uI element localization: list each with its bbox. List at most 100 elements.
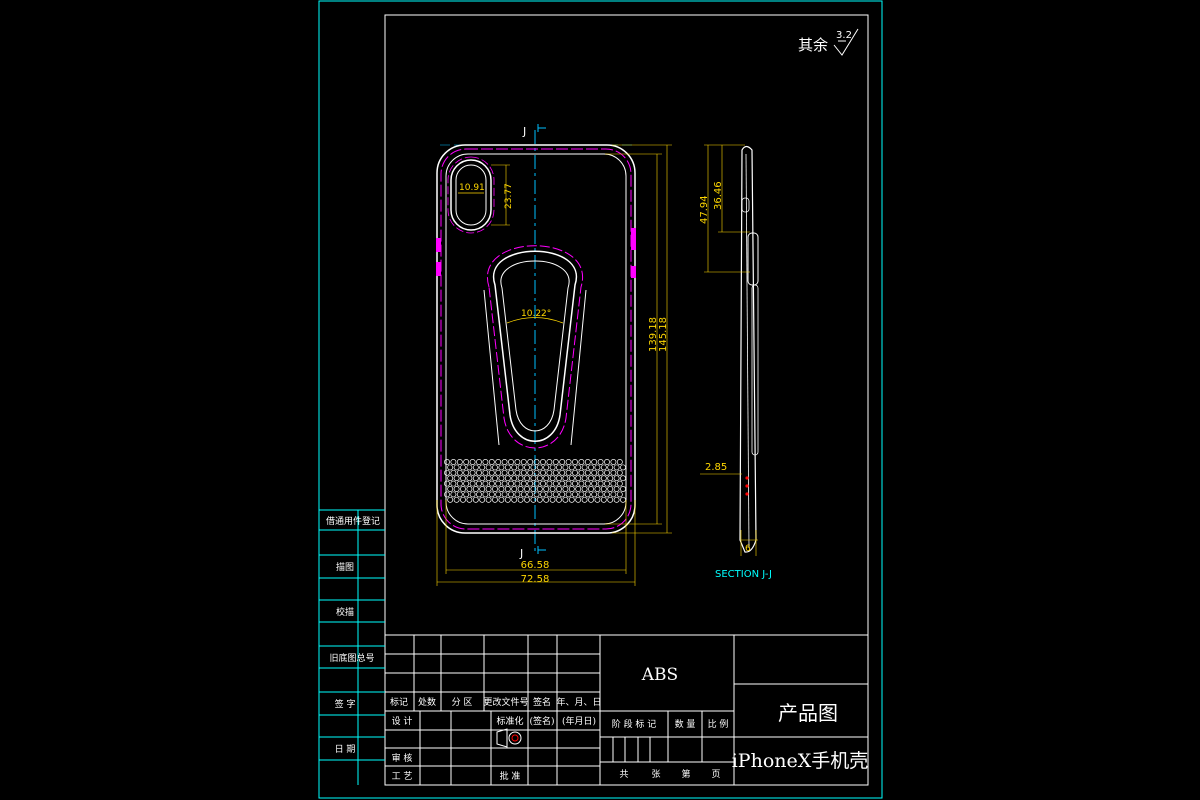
grille-hole xyxy=(450,480,457,487)
grille-hole xyxy=(456,459,463,465)
grille-hole xyxy=(600,496,607,503)
grille-hole xyxy=(620,496,626,503)
grille-hole xyxy=(607,475,614,482)
grille-hole xyxy=(616,469,623,476)
grille-hole xyxy=(460,475,466,482)
grille-hole xyxy=(562,475,569,482)
grille-hole xyxy=(504,486,511,492)
grille-hole xyxy=(520,469,527,476)
grille-hole xyxy=(466,496,473,503)
camera-cutout-outer xyxy=(450,159,492,231)
grille-hole xyxy=(492,496,498,503)
grille-hole xyxy=(546,491,553,498)
section-marker-top xyxy=(537,124,546,132)
grille-hole xyxy=(549,486,556,492)
grille-hole xyxy=(597,459,604,465)
grille-hole xyxy=(501,480,508,487)
grille-hole xyxy=(479,475,486,482)
grille-hole xyxy=(600,464,607,471)
grille-hole xyxy=(572,480,578,487)
grille-hole xyxy=(591,469,598,476)
grille-hole xyxy=(556,496,562,503)
grille-hole xyxy=(536,464,543,471)
grille-hole xyxy=(469,459,476,465)
grille-hole xyxy=(482,469,489,476)
left-label-5: 日 期 xyxy=(335,744,356,755)
grille-hole xyxy=(597,480,604,487)
grille-hole xyxy=(578,491,585,498)
grille-hole xyxy=(568,464,575,471)
grille-hole xyxy=(476,491,482,498)
grille-hole xyxy=(565,480,572,487)
case-magenta-outline xyxy=(440,148,632,530)
grille-hole xyxy=(517,496,524,503)
grille-hole xyxy=(594,464,601,471)
grille-hole xyxy=(476,459,482,465)
stage-label-2: 比 例 xyxy=(708,718,729,730)
grille-hole xyxy=(536,496,543,503)
grille-hole xyxy=(578,469,585,476)
row-label-3: 更改文件号 xyxy=(483,696,528,708)
grille-hole xyxy=(501,491,508,498)
grille-hole xyxy=(533,469,540,476)
grille-hole xyxy=(540,480,546,487)
camera-cutout-inner xyxy=(455,164,487,226)
grille-hole xyxy=(495,469,502,476)
design-label: 设 计 xyxy=(392,715,413,727)
signature-label: (签名) xyxy=(529,715,554,727)
grille-hole xyxy=(444,469,450,476)
grille-hole xyxy=(472,464,479,471)
grille-hole xyxy=(517,464,524,471)
grille-hole xyxy=(600,486,607,492)
grille-hole xyxy=(479,486,486,492)
grille-hole xyxy=(594,486,601,492)
grille-hole xyxy=(613,475,620,482)
grille-hole xyxy=(524,464,530,471)
grille-hole xyxy=(604,480,610,487)
grille-hole xyxy=(482,491,489,498)
dim-height-outer: 145.18 xyxy=(658,317,669,352)
dim-width-inner: 66.58 xyxy=(521,560,550,571)
grille-hole xyxy=(562,496,569,503)
left-label-3: 旧底图总号 xyxy=(329,652,374,664)
grille-hole xyxy=(495,491,502,498)
grille-hole xyxy=(453,486,460,492)
drawing-type: 产品图 xyxy=(778,701,838,725)
grille-hole xyxy=(520,491,527,498)
grille-hole xyxy=(453,464,460,471)
grille-hole xyxy=(517,475,524,482)
grille-hole xyxy=(511,464,518,471)
dim-width-outer: 72.58 xyxy=(521,574,550,585)
grille-hole xyxy=(540,459,546,465)
grille-hole xyxy=(575,486,582,492)
grille-hole xyxy=(527,469,534,476)
grille-hole xyxy=(476,480,482,487)
grille-hole xyxy=(610,480,617,487)
grille-hole xyxy=(524,475,530,482)
grille-hole xyxy=(552,469,559,476)
grille-hole xyxy=(501,459,508,465)
roughness-prefix: 其余 xyxy=(798,36,828,54)
grille-hole xyxy=(572,459,578,465)
grille-hole xyxy=(504,496,511,503)
grille-hole xyxy=(613,486,620,492)
grille-hole xyxy=(485,475,492,482)
grille-hole xyxy=(495,480,502,487)
grille-hole xyxy=(447,486,454,492)
grille-hole xyxy=(463,491,470,498)
grille-hole xyxy=(597,469,604,476)
grille-hole xyxy=(482,480,489,487)
grille-hole xyxy=(524,486,530,492)
grille-hole xyxy=(527,480,534,487)
grille-hole xyxy=(620,475,626,482)
stage-label-0: 阶 段 标 记 xyxy=(612,718,657,730)
grille-hole xyxy=(463,459,470,465)
grille-hole xyxy=(620,464,626,471)
stage-label-1: 数 量 xyxy=(675,718,696,730)
side-button-left-2 xyxy=(436,262,441,276)
grille-hole xyxy=(565,491,572,498)
grille-hole xyxy=(514,459,521,465)
grille-hole xyxy=(517,486,524,492)
grille-hole xyxy=(543,464,550,471)
grille-hole xyxy=(568,475,575,482)
